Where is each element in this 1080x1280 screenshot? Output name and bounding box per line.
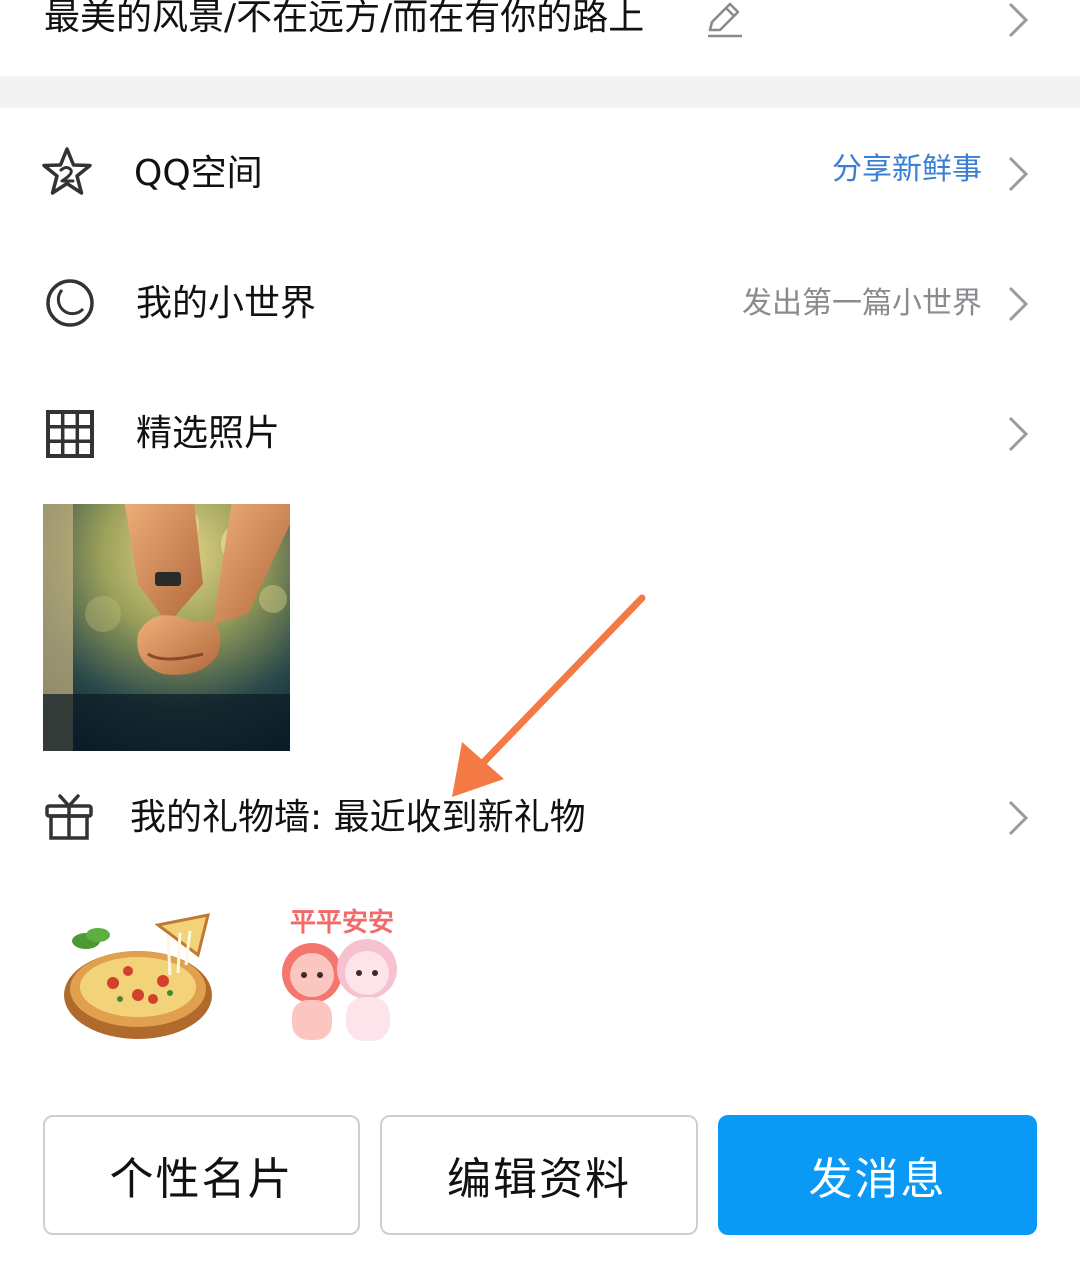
row-label-gift-wall: 我的礼物墙: 最近收到新礼物 [130, 797, 586, 838]
chevron-right-icon [1008, 800, 1029, 836]
gift-caption: 平平安安 [290, 907, 394, 937]
gift-icon [45, 794, 93, 840]
chevron-right-icon [1008, 156, 1029, 192]
edit-pencil-icon[interactable] [704, 0, 744, 40]
featured-photo-thumbnail[interactable] [43, 504, 290, 751]
row-qzone[interactable]: QQ空间 分享新鲜事 [0, 118, 1080, 228]
section-divider [0, 76, 1080, 108]
row-sub-my-world: 发出第一篇小世界 [742, 286, 982, 321]
row-featured-photos[interactable]: 精选照片 [0, 378, 1080, 488]
row-my-world[interactable]: 我的小世界 发出第一篇小世界 [0, 248, 1080, 358]
pingan-doll-icon: 平平安安 [282, 907, 397, 1041]
edit-profile-button[interactable]: 编辑资料 [380, 1115, 698, 1235]
send-message-button[interactable]: 发消息 [718, 1115, 1037, 1235]
chevron-right-icon [1008, 286, 1029, 322]
chevron-right-icon [1008, 2, 1029, 38]
row-gift-wall[interactable]: 我的礼物墙: 最近收到新礼物 [0, 762, 1080, 872]
row-label-featured-photos: 精选照片 [136, 413, 281, 454]
signature-row[interactable]: 最美的风景/不在远方/而在有你的路上 [0, 0, 1080, 76]
chevron-right-icon [1008, 416, 1029, 452]
gift-item-pizza[interactable] [58, 895, 218, 1055]
star-icon [42, 147, 92, 195]
pizza-icon [64, 913, 212, 1039]
row-sub-qzone[interactable]: 分享新鲜事 [832, 148, 982, 192]
row-label-qzone: QQ空间 [134, 153, 263, 194]
signature-text: 最美的风景/不在远方/而在有你的路上 [44, 0, 645, 38]
gift-item-pingping-anan[interactable]: 平平安安 [262, 895, 422, 1055]
row-label-my-world: 我的小世界 [136, 283, 317, 324]
grid-icon [46, 410, 94, 458]
profile-card-button[interactable]: 个性名片 [43, 1115, 360, 1235]
moon-circle-icon [46, 279, 94, 327]
